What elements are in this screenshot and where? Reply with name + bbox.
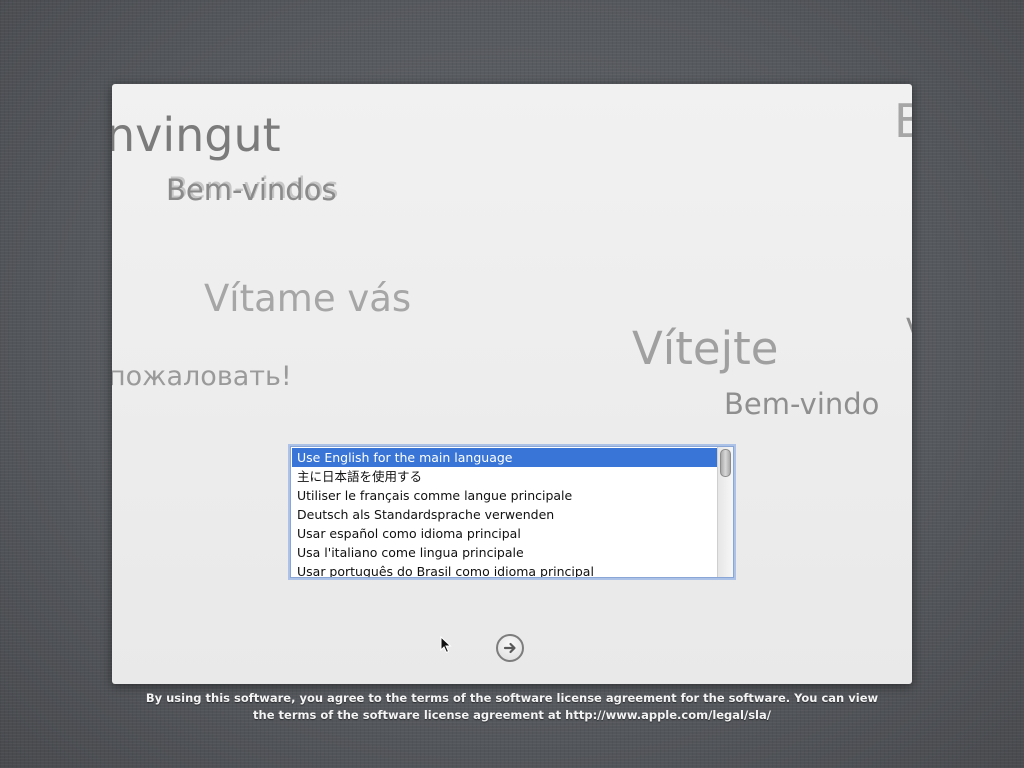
welcome-word: B (894, 94, 912, 148)
language-item-italian[interactable]: Usa l'italiano come lingua principale (292, 543, 717, 562)
scrollbar-thumb[interactable] (720, 449, 731, 477)
language-item-spanish[interactable]: Usar español como idioma principal (292, 524, 717, 543)
mouse-pointer-icon (440, 636, 452, 654)
arrow-right-icon (503, 642, 516, 654)
language-list-scrollbar[interactable] (717, 447, 733, 577)
license-line-1: By using this software, you agree to the… (145, 691, 879, 705)
language-item-english[interactable]: Use English for the main language (292, 448, 717, 467)
language-item-french[interactable]: Utiliser le français comme langue princi… (292, 486, 717, 505)
license-line-2: the terms of the software license agreem… (253, 708, 771, 722)
language-item-german[interactable]: Deutsch als Standardsprache verwenden (292, 505, 717, 524)
language-list-items: Use English for the main language 主に日本語を… (292, 448, 717, 577)
welcome-panel: nvingut Bem-vindos Bem-vindos Vítame vás… (112, 84, 912, 684)
continue-button[interactable] (496, 634, 524, 662)
language-list[interactable]: Use English for the main language 主に日本語を… (290, 446, 734, 578)
language-item-portuguese-brazil[interactable]: Usar português do Brasil como idioma pri… (292, 562, 717, 577)
welcome-word: V (906, 316, 912, 346)
welcome-word: Bem-vindo (724, 387, 880, 421)
license-notice: By using this software, you agree to the… (112, 690, 912, 724)
language-item-japanese[interactable]: 主に日本語を使用する (292, 467, 717, 486)
welcome-word: Bem-vindos (166, 173, 337, 207)
welcome-word: пожаловать! (112, 361, 292, 392)
welcome-word: Vítejte (632, 322, 779, 375)
welcome-word: Vítame vás (204, 277, 412, 320)
welcome-word: nvingut (112, 108, 281, 162)
